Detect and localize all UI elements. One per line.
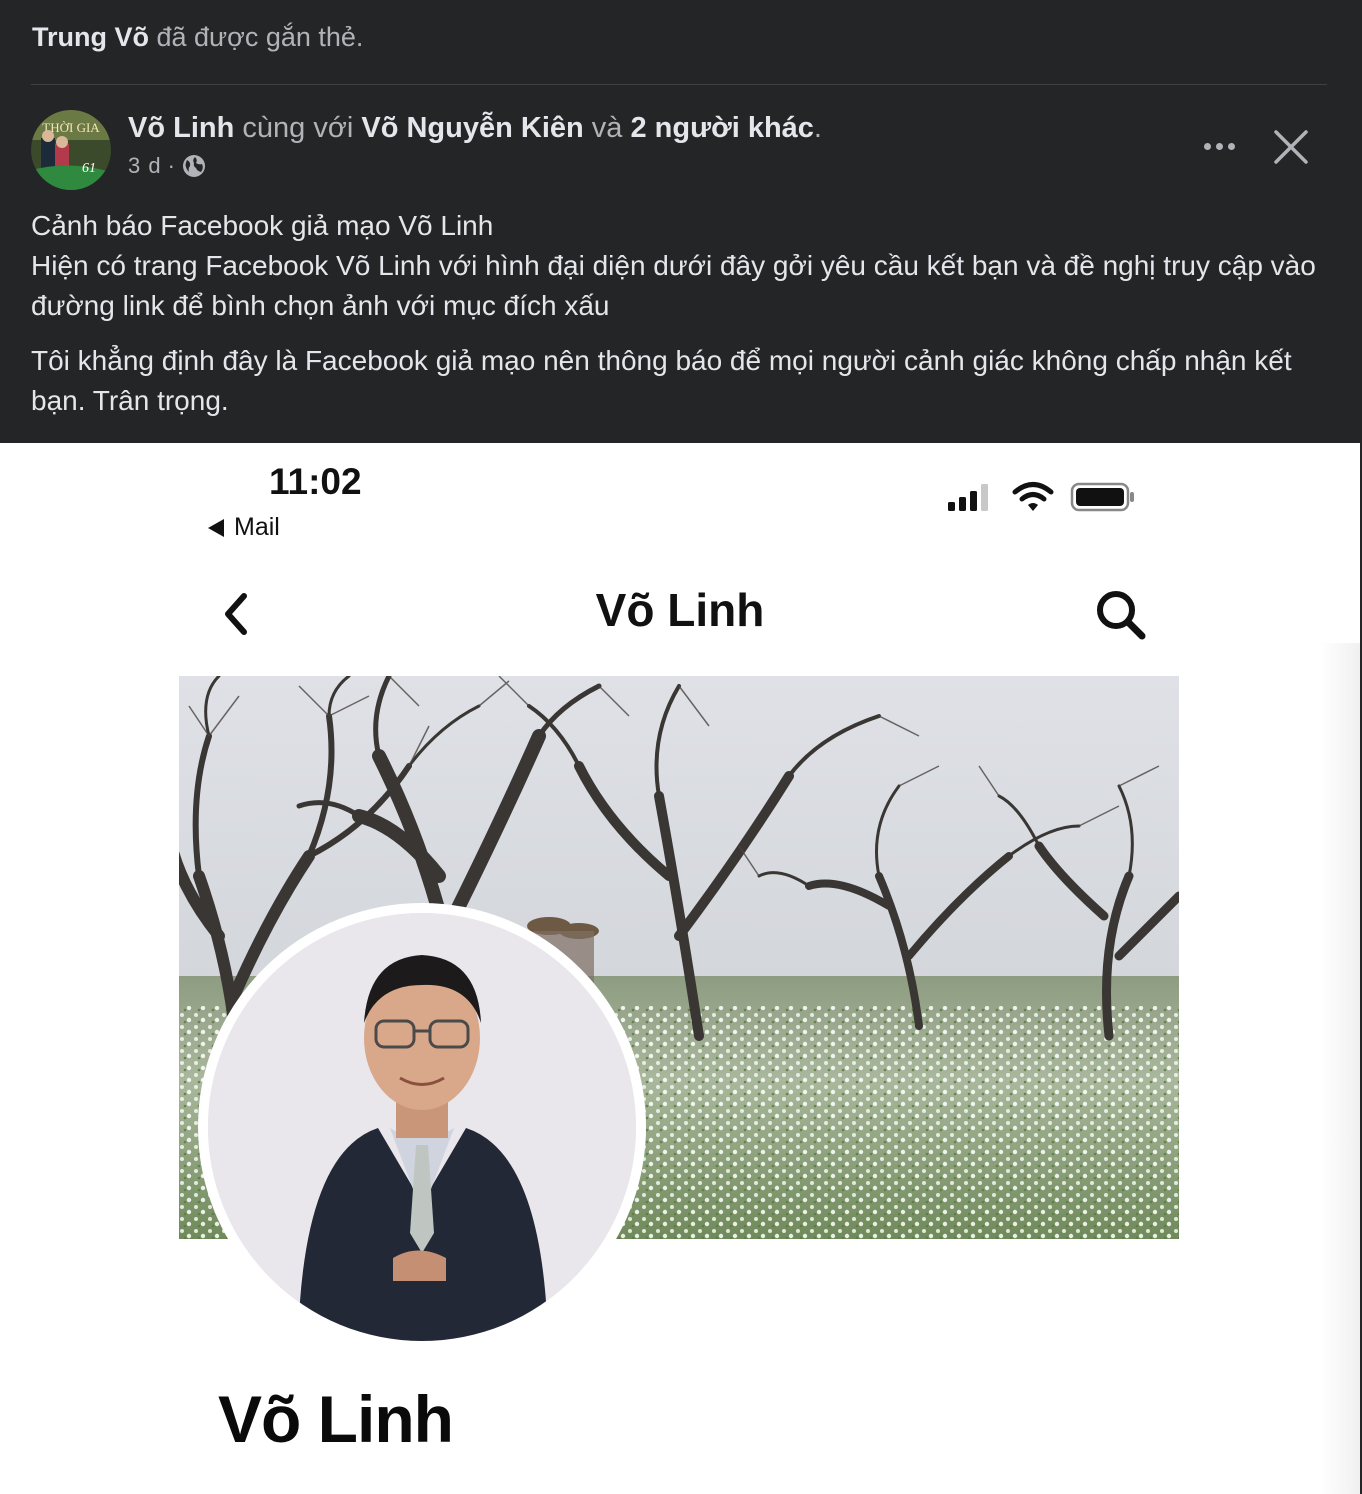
more-options-button[interactable] [1198, 128, 1240, 164]
avatar-badge-text: 61 [82, 161, 96, 176]
back-to-mail: Mail [208, 513, 280, 542]
tagged-notice: Trung Võ đã được gắn thẻ. [32, 22, 363, 53]
chevron-left-icon[interactable] [216, 588, 256, 638]
back-triangle-icon [208, 518, 224, 537]
author-name[interactable]: Võ Linh [128, 112, 234, 144]
more-horizontal-icon [1203, 142, 1211, 150]
close-button[interactable] [1270, 126, 1312, 168]
profile-name: Võ Linh [218, 1382, 454, 1456]
search-icon[interactable] [1094, 588, 1150, 642]
status-icons [946, 481, 1136, 513]
post-time[interactable]: 3 d [128, 153, 162, 179]
back-app-label: Mail [234, 513, 280, 541]
profile-nav-title: Võ Linh [595, 584, 765, 636]
others-link[interactable]: 2 người khác [630, 112, 813, 144]
post-line-2: Hiện có trang Facebook Võ Linh với hình … [31, 250, 1316, 321]
divider [31, 84, 1327, 85]
attached-screenshot[interactable]: 11:02 Mail Võ Linh Võ Linh [0, 443, 1360, 1494]
tagged-user-name[interactable]: Trung Võ [32, 22, 149, 52]
with-name[interactable]: Võ Nguyễn Kiên [361, 112, 583, 144]
close-icon [1274, 130, 1308, 164]
screenshot-edge-shadow [1320, 643, 1360, 1494]
wifi-icon [1012, 482, 1054, 511]
author-line: Võ Linh cùng với Võ Nguyễn Kiên và 2 ngư… [128, 112, 822, 145]
period: . [813, 112, 822, 144]
more-dot [1215, 142, 1223, 150]
post-line-1: Cảnh báo Facebook giả mạo Võ Linh [31, 210, 494, 241]
battery-icon [1070, 482, 1134, 512]
post-meta: 3 d · [128, 153, 206, 179]
profile-picture[interactable] [198, 903, 646, 1351]
tagged-suffix: đã được gắn thẻ. [149, 22, 364, 52]
globe-icon [182, 154, 206, 178]
and-text: và [583, 112, 631, 144]
status-time: 11:02 [269, 461, 362, 502]
post-text: Cảnh báo Facebook giả mạo Võ Linh Hiện c… [31, 206, 1331, 421]
meta-dot: · [167, 153, 176, 178]
post-paragraph-2: Tôi khẳng định đây là Facebook giả mạo n… [31, 345, 1292, 416]
with-text: cùng với [234, 112, 362, 144]
more-dot [1227, 142, 1235, 150]
author-avatar[interactable]: THỜI GIA 61 [31, 110, 111, 190]
signal-icon [948, 484, 988, 511]
